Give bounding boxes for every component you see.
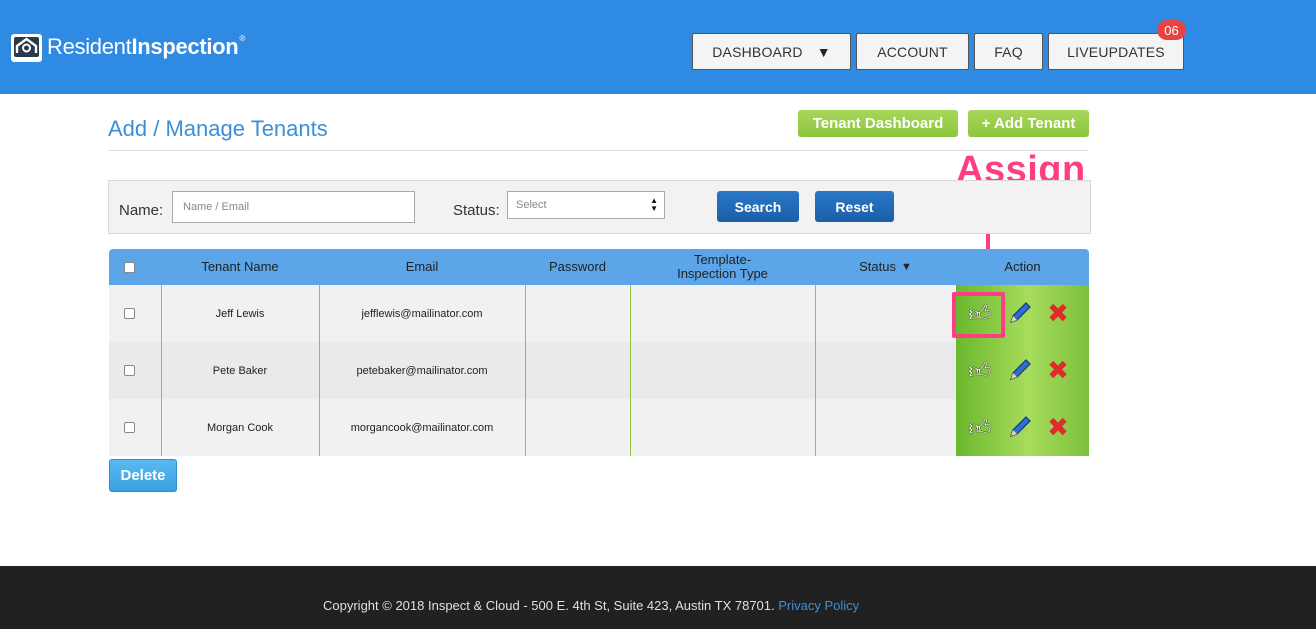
row-checkbox-cell [109, 399, 149, 456]
row-checkbox[interactable] [123, 308, 135, 319]
nav-dashboard-label: DASHBOARD [712, 43, 803, 60]
table-row: Morgan Cook morgancook@mailinator.com [109, 399, 1089, 456]
reset-button[interactable]: Reset [815, 191, 894, 222]
tenant-password-cell [525, 285, 630, 342]
header-email[interactable]: Email [319, 249, 525, 285]
status-filter-label: Status: [453, 202, 500, 219]
footer: Copyright © 2018 Inspect & Cloud - 500 E… [0, 566, 1316, 629]
select-all-checkbox[interactable] [123, 261, 135, 273]
add-tenant-button[interactable]: + Add Tenant [968, 110, 1089, 137]
select-all-cell [109, 249, 149, 285]
nav-dashboard-dropdown[interactable]: DASHBOARD ▼ [692, 33, 851, 70]
filter-bar: Name: Name / Email Status: Select ▲ ▼ Sea… [108, 180, 1091, 234]
edit-pencil-icon[interactable] [1007, 357, 1033, 383]
select-arrows-icon: ▲ ▼ [650, 196, 658, 213]
privacy-policy-link[interactable]: Privacy Policy [778, 598, 859, 613]
column-divider [525, 285, 526, 456]
status-select[interactable]: Select ▲ ▼ [507, 191, 665, 219]
tenant-status-cell [815, 342, 956, 399]
footer-text: Copyright © 2018 Inspect & Cloud - 500 E… [323, 598, 859, 613]
header-action: Action [1004, 259, 1041, 274]
delete-x-icon[interactable]: ✖ [1045, 300, 1071, 326]
column-divider [319, 285, 320, 456]
tenant-template-cell [630, 342, 815, 399]
edit-pencil-icon[interactable] [1007, 300, 1033, 326]
search-button[interactable]: Search [717, 191, 799, 222]
nav-liveupdates-label: LIVEUPDATES [1067, 43, 1165, 60]
tenant-status-cell [815, 399, 956, 456]
table-header: Tenant Name Email Password Template- Ins… [109, 249, 1089, 285]
header-status-label: Status [859, 259, 896, 274]
brand-name-part1: Resident [47, 34, 132, 59]
header-password[interactable]: Password [525, 249, 630, 285]
row-checkbox[interactable] [123, 365, 135, 376]
status-select-value: Select [516, 199, 547, 211]
row-checkbox[interactable] [123, 422, 135, 433]
assign-thumbs-up-icon[interactable]: 👍︎ [967, 414, 993, 440]
edit-pencil-icon[interactable] [1007, 414, 1033, 440]
row-checkbox-cell [109, 342, 149, 399]
registered-mark: ® [239, 34, 246, 43]
name-email-search-input[interactable]: Name / Email [172, 191, 415, 223]
header-template-inspection-type[interactable]: Template- Inspection Type [630, 249, 815, 285]
sort-caret-icon: ▼ [900, 261, 912, 273]
header-status[interactable]: Status ▼ [815, 249, 956, 285]
tenant-template-cell [630, 399, 815, 456]
table-row: Jeff Lewis jefflewis@mailinator.com [109, 285, 1089, 342]
column-divider [815, 285, 816, 456]
title-divider [108, 150, 1089, 151]
tenant-name-cell: Pete Baker [212, 364, 268, 377]
brand-name-part2: Inspection [131, 34, 239, 59]
nav-faq-button[interactable]: FAQ [974, 33, 1043, 70]
row-checkbox-cell [109, 285, 149, 342]
assign-highlight-box [952, 292, 1005, 338]
tenant-name-cell: Morgan Cook [206, 421, 274, 434]
delete-button[interactable]: Delete [109, 459, 177, 492]
header-template-line1: Template- [693, 252, 752, 267]
delete-x-icon[interactable]: ✖ [1045, 357, 1071, 383]
assign-thumbs-up-icon[interactable]: 👍︎ [967, 357, 993, 383]
top-header: ResidentInspection® DASHBOARD ▼ ACCOUNT … [0, 0, 1316, 94]
nav-account-label: ACCOUNT [877, 43, 948, 60]
name-filter-label: Name: [119, 202, 164, 219]
house-logo-icon [11, 34, 42, 62]
header-template-line2: Inspection Type [677, 266, 768, 281]
tenant-template-cell [630, 285, 815, 342]
nav-faq-label: FAQ [994, 43, 1023, 60]
tenant-status-cell [815, 285, 956, 342]
tenant-password-cell [525, 342, 630, 399]
column-divider [161, 285, 162, 456]
brand-logo[interactable]: ResidentInspection® [10, 31, 245, 63]
tenant-email-cell: jefflewis@mailinator.com [361, 307, 483, 320]
tenant-name-cell: Jeff Lewis [215, 307, 265, 320]
tenant-email-cell: petebaker@mailinator.com [356, 364, 488, 377]
delete-x-icon[interactable]: ✖ [1045, 414, 1071, 440]
page-title: Add / Manage Tenants [108, 116, 328, 141]
nav-account-button[interactable]: ACCOUNT [856, 33, 969, 70]
tenant-password-cell [525, 399, 630, 456]
column-divider [630, 285, 631, 456]
header-tenant-name[interactable]: Tenant Name [161, 249, 319, 285]
caret-down-icon: ▼ [816, 43, 831, 60]
liveupdates-count-badge: 06 [1157, 20, 1186, 40]
footer-copyright: Copyright © 2018 Inspect & Cloud - 500 E… [323, 598, 779, 613]
tenant-dashboard-button[interactable]: Tenant Dashboard [798, 110, 958, 137]
tenant-email-cell: morgancook@mailinator.com [350, 421, 494, 434]
table-row: Pete Baker petebaker@mailinator.com [109, 342, 1089, 399]
